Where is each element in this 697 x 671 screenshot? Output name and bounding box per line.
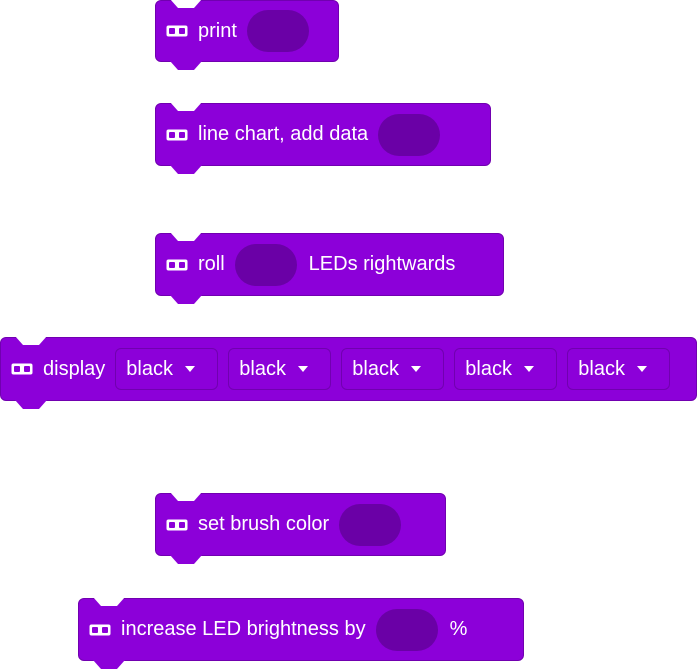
roll-block-label: roll: [198, 253, 225, 275]
line-chart-block-label: line chart, add data: [198, 123, 369, 145]
print-block-label: print: [198, 19, 237, 42]
color-dropdown-3[interactable]: black: [341, 348, 445, 390]
print-value-slot[interactable]: [246, 10, 309, 52]
display-block-label: display: [43, 357, 106, 380]
led-matrix-icon: [11, 363, 33, 375]
roll-leds-block[interactable]: roll LEDs rightwards: [155, 233, 504, 296]
brightness-percent-label: %: [449, 618, 468, 640]
color-dropdown-value: black: [465, 357, 512, 380]
chevron-down-icon: [523, 366, 534, 372]
chevron-down-icon: [297, 366, 308, 372]
color-dropdown-value: black: [126, 357, 173, 380]
color-dropdown-value: black: [239, 357, 286, 380]
roll-block-suffix: LEDs rightwards: [308, 253, 456, 275]
chevron-down-icon: [636, 366, 647, 372]
color-dropdown-value: black: [352, 357, 399, 380]
led-matrix-icon: [89, 624, 111, 635]
brightness-amount-slot[interactable]: [375, 608, 438, 651]
roll-count-slot[interactable]: [234, 243, 297, 286]
block-palette-canvas: print line chart, add data roll LEDs rig…: [0, 0, 697, 671]
line-chart-add-data-block[interactable]: line chart, add data: [155, 103, 491, 166]
increase-led-brightness-block[interactable]: increase LED brightness by %: [78, 598, 524, 661]
color-dropdown-4[interactable]: black: [454, 348, 558, 390]
brightness-block-label: increase LED brightness by: [121, 618, 366, 640]
print-block[interactable]: print: [155, 0, 339, 62]
led-matrix-icon: [166, 25, 188, 37]
color-dropdown-1[interactable]: black: [115, 348, 219, 390]
chevron-down-icon: [410, 366, 421, 372]
chevron-down-icon: [184, 366, 195, 372]
led-matrix-icon: [166, 519, 188, 530]
display-colors-block[interactable]: display black black black black black: [0, 337, 697, 401]
color-dropdown-5[interactable]: black: [567, 348, 671, 390]
led-matrix-icon: [166, 259, 188, 270]
led-matrix-icon: [166, 129, 188, 140]
brush-block-label: set brush color: [198, 513, 330, 535]
line-chart-value-slot[interactable]: [378, 113, 441, 156]
set-brush-color-block[interactable]: set brush color: [155, 493, 446, 556]
color-dropdown-2[interactable]: black: [228, 348, 332, 390]
brush-color-slot[interactable]: [339, 503, 402, 546]
color-dropdown-value: black: [578, 357, 625, 380]
